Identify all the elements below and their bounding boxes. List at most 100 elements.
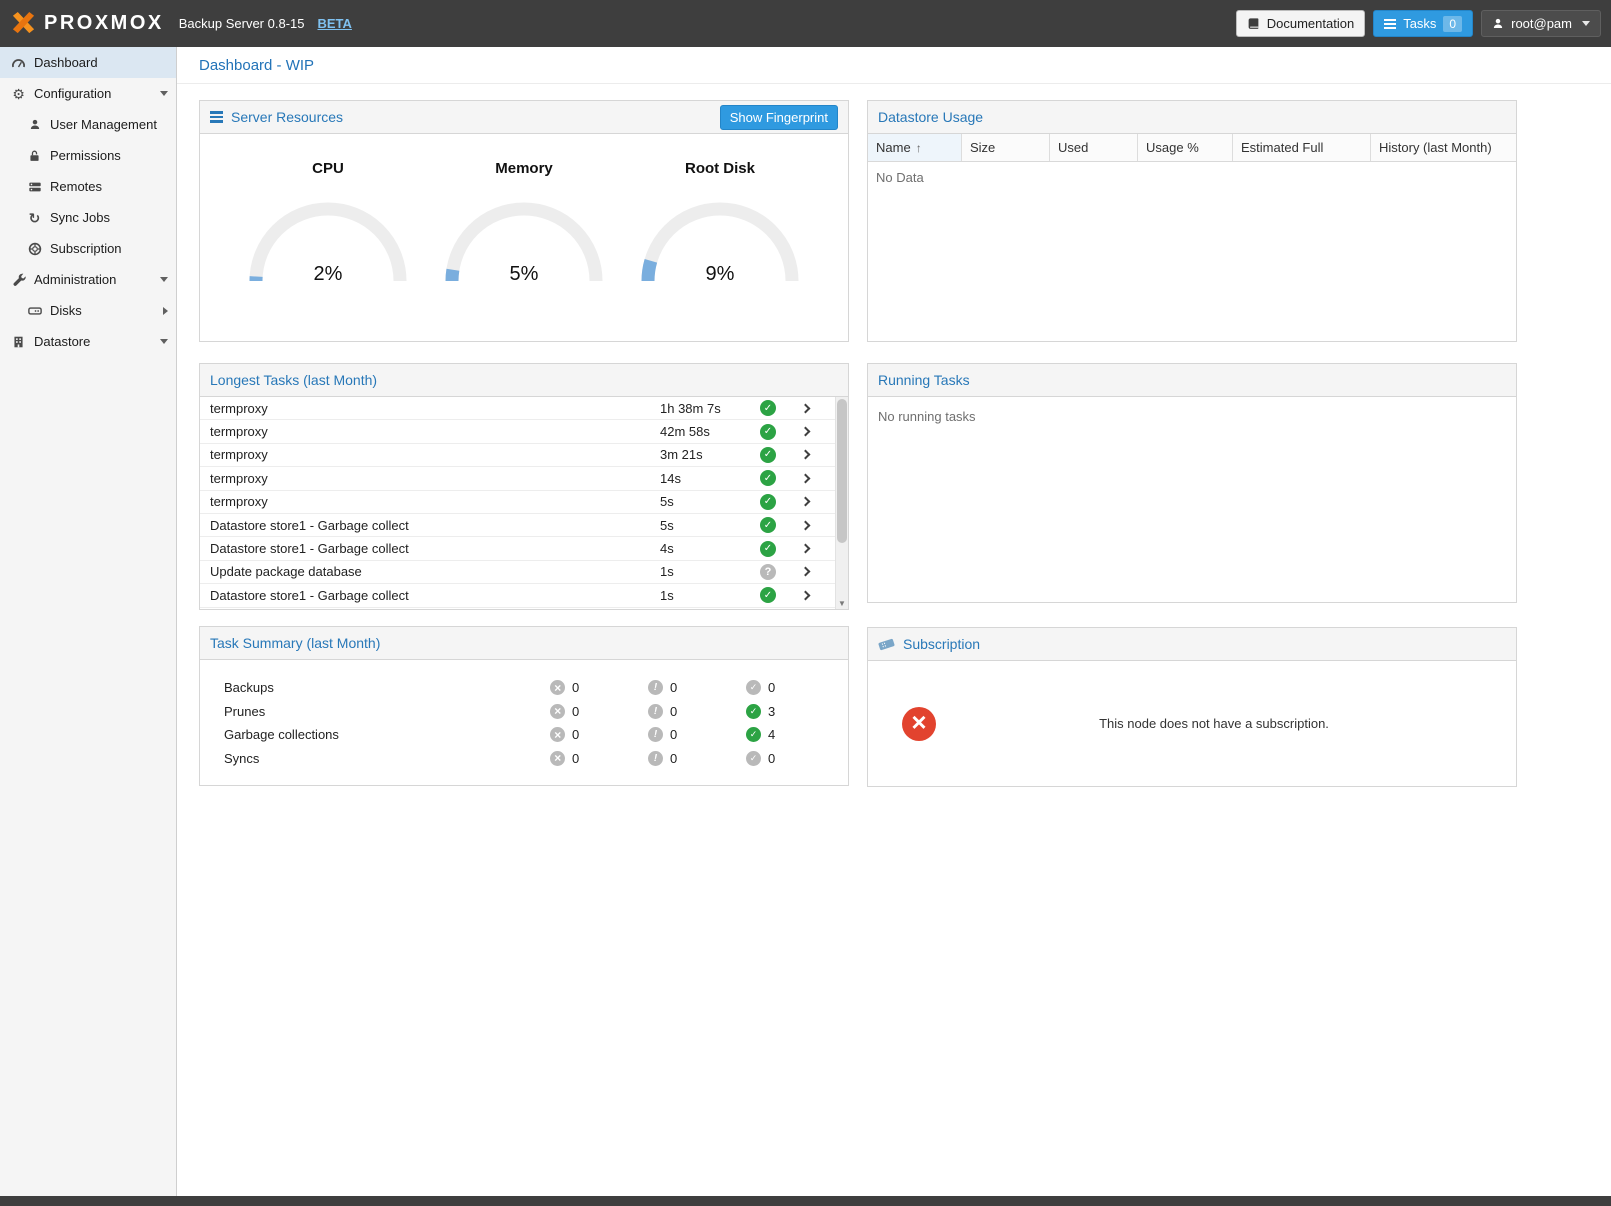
proxmox-logo-icon bbox=[10, 11, 37, 36]
sidebar-item-datastore[interactable]: Datastore bbox=[0, 326, 176, 357]
brand-wordmark: PROXMOX bbox=[44, 12, 164, 35]
warning-count: 0 bbox=[670, 751, 677, 766]
task-duration: 42m 58s bbox=[660, 424, 760, 439]
sidebar-item-administration[interactable]: Administration bbox=[0, 264, 176, 295]
sidebar-item-sync-jobs[interactable]: ↻ Sync Jobs bbox=[0, 202, 176, 233]
ok-icon bbox=[746, 751, 761, 766]
task-row[interactable]: termproxy 3m 21s bbox=[200, 444, 835, 467]
gauge-label: Root Disk bbox=[625, 160, 815, 177]
chevron-right-icon[interactable] bbox=[776, 428, 835, 435]
tasks-button[interactable]: Tasks 0 bbox=[1373, 10, 1473, 37]
datastore-empty-text: No Data bbox=[868, 162, 1516, 193]
task-status-icon bbox=[760, 424, 776, 440]
task-row[interactable]: Datastore store1 - Garbage collect 4s bbox=[200, 537, 835, 560]
task-duration: 5s bbox=[660, 494, 760, 509]
sidebar-item-permissions[interactable]: Permissions bbox=[0, 140, 176, 171]
sidebar-item-dashboard[interactable]: Dashboard bbox=[0, 47, 176, 78]
refresh-icon: ↻ bbox=[26, 211, 43, 225]
memory-gauge: Memory 5% bbox=[429, 148, 619, 341]
gears-icon: ⚙ bbox=[10, 87, 27, 101]
show-fingerprint-button[interactable]: Show Fingerprint bbox=[720, 105, 838, 130]
column-header-size[interactable]: Size bbox=[962, 134, 1050, 161]
running-tasks-empty-text: No running tasks bbox=[868, 397, 1516, 602]
error-icon bbox=[550, 704, 565, 719]
task-row[interactable]: termproxy 1h 38m 7s bbox=[200, 397, 835, 420]
summary-row: Garbage collections 0 0 4 bbox=[200, 723, 848, 747]
user-icon bbox=[26, 118, 43, 131]
task-row[interactable]: termproxy 42m 58s bbox=[200, 420, 835, 443]
sidebar-item-label: Configuration bbox=[34, 86, 111, 101]
chevron-right-icon[interactable] bbox=[776, 451, 835, 458]
panel-title: Longest Tasks (last Month) bbox=[210, 372, 377, 388]
chevron-right-icon[interactable] bbox=[776, 475, 835, 482]
subscription-message: This node does not have a subscription. bbox=[936, 716, 1492, 731]
ok-count: 3 bbox=[768, 704, 775, 719]
panel-title: Task Summary (last Month) bbox=[210, 635, 380, 651]
task-row[interactable]: Datastore store1 - Garbage collect 5s bbox=[200, 514, 835, 537]
task-status-icon bbox=[760, 494, 776, 510]
wrench-icon bbox=[10, 273, 27, 287]
panel-title: Subscription bbox=[903, 636, 980, 652]
sidebar-item-remotes[interactable]: Remotes bbox=[0, 171, 176, 202]
chevron-right-icon[interactable] bbox=[776, 592, 835, 599]
sidebar-item-user-management[interactable]: User Management bbox=[0, 109, 176, 140]
task-duration: 1s bbox=[660, 564, 760, 579]
column-header-history[interactable]: History (last Month) bbox=[1371, 134, 1516, 161]
gauge-label: Memory bbox=[429, 160, 619, 177]
top-bar: PROXMOX Backup Server 0.8-15 BETA Docume… bbox=[0, 0, 1611, 47]
summary-label: Backups bbox=[224, 680, 550, 695]
chevron-right-icon[interactable] bbox=[776, 522, 835, 529]
sort-asc-icon: ↑ bbox=[916, 141, 922, 155]
chevron-down-icon[interactable] bbox=[160, 277, 168, 282]
task-duration: 4s bbox=[660, 541, 760, 556]
task-row[interactable]: termproxy 14s bbox=[200, 467, 835, 490]
sidebar-item-subscription[interactable]: Subscription bbox=[0, 233, 176, 264]
task-name: termproxy bbox=[210, 494, 660, 509]
chevron-down-icon[interactable] bbox=[160, 91, 168, 96]
task-summary-panel: Task Summary (last Month) Backups 0 0 0 … bbox=[199, 626, 849, 786]
task-row[interactable]: Update package database 1s bbox=[200, 561, 835, 584]
summary-label: Syncs bbox=[224, 751, 550, 766]
documentation-button[interactable]: Documentation bbox=[1236, 10, 1365, 37]
vertical-scrollbar[interactable]: ▼ bbox=[835, 397, 848, 609]
task-status-icon bbox=[760, 447, 776, 463]
task-status-icon bbox=[760, 541, 776, 557]
server-resources-icon bbox=[210, 111, 223, 123]
ok-icon bbox=[746, 680, 761, 695]
beta-link[interactable]: BETA bbox=[317, 16, 351, 31]
chevron-right-icon[interactable] bbox=[776, 545, 835, 552]
right-column: Datastore Usage Name ↑ Size Used Usage %… bbox=[867, 100, 1517, 787]
chevron-right-icon[interactable] bbox=[163, 307, 168, 315]
ok-count: 0 bbox=[768, 751, 775, 766]
task-status-icon bbox=[760, 564, 776, 580]
sidebar-item-configuration[interactable]: ⚙ Configuration bbox=[0, 78, 176, 109]
chevron-down-icon[interactable] bbox=[160, 339, 168, 344]
column-header-name[interactable]: Name ↑ bbox=[868, 134, 962, 161]
column-header-used[interactable]: Used bbox=[1050, 134, 1138, 161]
summary-label: Prunes bbox=[224, 704, 550, 719]
task-status-icon bbox=[760, 400, 776, 416]
user-menu-button[interactable]: root@pam bbox=[1481, 10, 1601, 37]
chevron-right-icon[interactable] bbox=[776, 568, 835, 575]
sidebar-item-label: Remotes bbox=[50, 179, 102, 194]
scrollbar-thumb[interactable] bbox=[837, 399, 847, 543]
task-row[interactable]: termproxy 5s bbox=[200, 491, 835, 514]
error-count: 0 bbox=[572, 727, 579, 742]
chevron-right-icon[interactable] bbox=[776, 498, 835, 505]
summary-label: Garbage collections bbox=[224, 727, 550, 742]
ok-count: 0 bbox=[768, 680, 775, 695]
sidebar-item-label: Permissions bbox=[50, 148, 121, 163]
task-duration: 1s bbox=[660, 588, 760, 603]
page-title: Dashboard - WIP bbox=[177, 47, 1611, 84]
chevron-right-icon[interactable] bbox=[776, 405, 835, 412]
task-duration: 1h 38m 7s bbox=[660, 401, 760, 416]
sidebar-item-disks[interactable]: Disks bbox=[0, 295, 176, 326]
warning-icon bbox=[648, 727, 663, 742]
task-row[interactable]: Datastore store1 - Garbage collect 1s bbox=[200, 584, 835, 607]
gauge-value: 9% bbox=[635, 263, 805, 286]
scroll-down-icon[interactable]: ▼ bbox=[836, 599, 848, 608]
datastore-table-header: Name ↑ Size Used Usage % Estimated Full … bbox=[868, 134, 1516, 162]
column-header-usage[interactable]: Usage % bbox=[1138, 134, 1233, 161]
column-header-estimated-full[interactable]: Estimated Full bbox=[1233, 134, 1371, 161]
task-status-icon bbox=[760, 587, 776, 603]
